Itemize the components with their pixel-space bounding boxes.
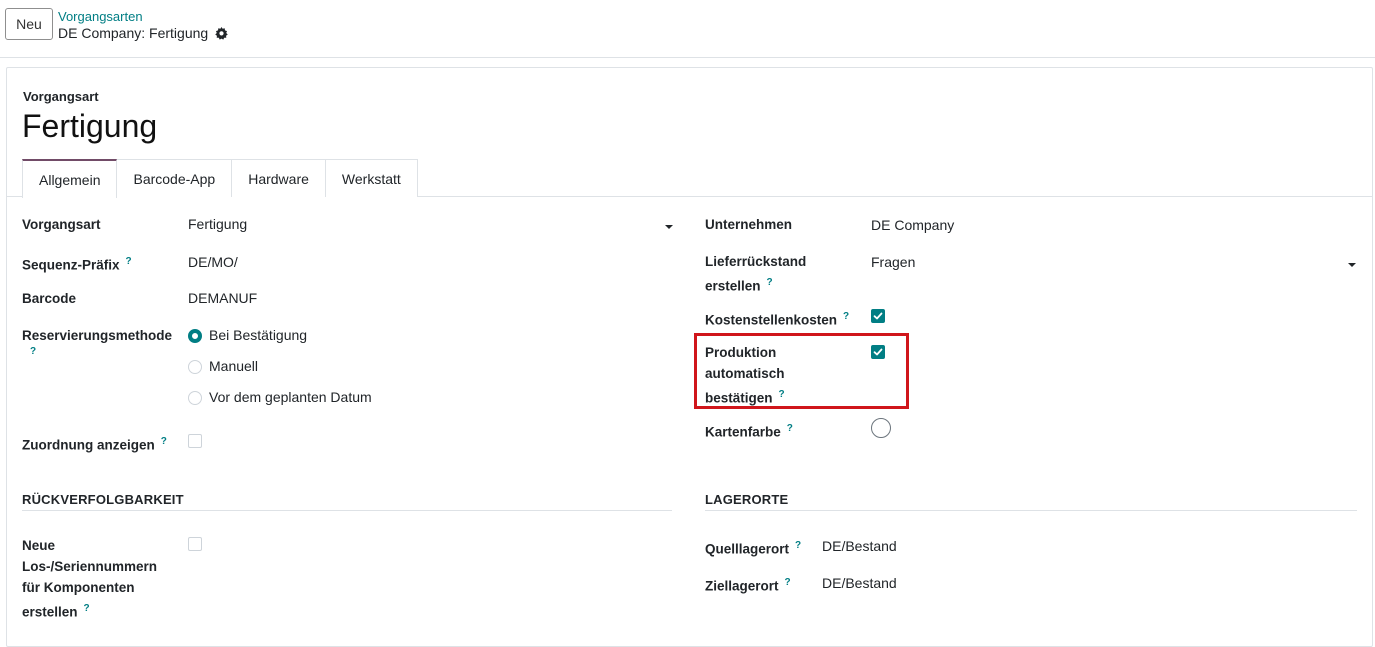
barcode-label: Barcode (22, 291, 77, 306)
quelllagerort-value[interactable]: DE/Bestand (822, 536, 897, 557)
lot-serial-label: Neue Los-/Seriennummern für Komponenten … (22, 535, 157, 623)
help-icon[interactable]: ? (787, 423, 793, 434)
radio-vor-dem-geplanten-datum[interactable] (188, 391, 202, 405)
lieferrueckstand-label: Lieferrückstand erstellen? (705, 251, 806, 297)
lieferrueckstand-label-line1: Lieferrückstand (705, 254, 807, 269)
sequenz-praefix-input[interactable]: DE/MO/ (188, 252, 238, 273)
tab-allgemein[interactable]: Allgemein (22, 159, 118, 198)
highlight-annotation-box (694, 333, 909, 409)
help-icon[interactable]: ? (126, 256, 132, 267)
zuordnung-anzeigen-label-text: Zuordnung anzeigen (22, 437, 155, 453)
lot-serial-label-line1: Neue (22, 538, 56, 553)
lieferrueckstand-value: Fragen (871, 254, 916, 270)
tab-hardware[interactable]: Hardware (231, 159, 326, 197)
kostenstellenkosten-checkbox[interactable] (871, 309, 885, 323)
radio-manuell[interactable] (188, 360, 202, 374)
kostenstellenkosten-label-text: Kostenstellenkosten (705, 312, 838, 328)
vorgangsart-label: Vorgangsart (22, 217, 101, 232)
ziellagerort-value[interactable]: DE/Bestand (822, 573, 897, 594)
breadcrumb-current-label: DE Company: Fertigung (58, 25, 209, 41)
vorgangsart-select[interactable]: Fertigung (188, 214, 674, 238)
section-title-traceability: RÜCKVERFOLGBARKEIT (22, 492, 184, 507)
sequenz-praefix-label-text: Sequenz-Präfix (22, 257, 120, 273)
chevron-down-icon (665, 225, 673, 229)
record-type-label: Vorgangsart (23, 89, 99, 104)
radio-bei-bestaetigung-label[interactable]: Bei Bestätigung (209, 325, 307, 346)
zuordnung-anzeigen-label: Zuordnung anzeigen? (22, 431, 167, 456)
breadcrumb-parent-link[interactable]: Vorgangsarten (58, 9, 143, 24)
help-icon[interactable]: ? (161, 436, 167, 447)
check-icon (873, 312, 883, 320)
gear-icon[interactable] (215, 26, 228, 40)
zuordnung-anzeigen-checkbox[interactable] (188, 434, 202, 448)
help-icon[interactable]: ? (30, 346, 36, 357)
new-button[interactable]: Neu (5, 8, 53, 40)
quelllagerort-label-text: Quelllagerort (705, 541, 790, 557)
ziellagerort-label-text: Ziellagerort (705, 578, 779, 594)
vorgangsart-value: Fertigung (188, 216, 248, 232)
reservierungsmethode-label: Reservierungsmethode (22, 328, 173, 343)
lot-serial-label-line4: erstellen (22, 604, 78, 620)
help-icon[interactable]: ? (843, 311, 849, 322)
radio-vor-dem-geplanten-datum-label[interactable]: Vor dem geplanten Datum (209, 387, 372, 408)
kartenfarbe-label: Kartenfarbe? (705, 418, 793, 443)
lot-serial-checkbox[interactable] (188, 537, 202, 551)
help-icon[interactable]: ? (785, 577, 791, 588)
tab-werkstatt[interactable]: Werkstatt (324, 159, 418, 197)
breadcrumb-current: DE Company: Fertigung (58, 25, 228, 41)
quelllagerort-label: Quelllagerort? (705, 535, 801, 560)
color-picker[interactable] (871, 418, 891, 438)
unternehmen-value[interactable]: DE Company (871, 215, 954, 236)
record-title[interactable]: Fertigung (22, 108, 157, 145)
help-icon[interactable]: ? (795, 540, 801, 551)
help-icon[interactable]: ? (84, 603, 90, 614)
kartenfarbe-label-text: Kartenfarbe (705, 424, 781, 440)
radio-manuell-label[interactable]: Manuell (209, 356, 258, 377)
tab-barcode-app[interactable]: Barcode-App (116, 159, 233, 197)
lot-serial-label-line2: Los-/Seriennummern (22, 559, 158, 574)
barcode-input[interactable]: DEMANUF (188, 288, 257, 309)
lieferrueckstand-label-line2: erstellen (705, 278, 761, 294)
lieferrueckstand-select[interactable]: Fragen (871, 252, 1357, 276)
tab-bar: Allgemein Barcode-App Hardware Werkstatt (22, 159, 418, 198)
lot-serial-label-line3: für Komponenten (22, 580, 135, 595)
help-icon[interactable]: ? (767, 277, 773, 288)
chevron-down-icon (1348, 263, 1356, 267)
section-divider (705, 510, 1357, 511)
control-panel: Neu Vorgangsarten DE Company: Fertigung (0, 0, 1375, 58)
section-divider (22, 510, 672, 511)
ziellagerort-label: Ziellagerort? (705, 572, 791, 597)
sequenz-praefix-label: Sequenz-Präfix? (22, 251, 132, 276)
unternehmen-label: Unternehmen (705, 217, 793, 232)
section-title-locations: LAGERORTE (705, 492, 789, 507)
kostenstellenkosten-label: Kostenstellenkosten? (705, 306, 849, 331)
radio-bei-bestaetigung[interactable] (188, 329, 202, 343)
